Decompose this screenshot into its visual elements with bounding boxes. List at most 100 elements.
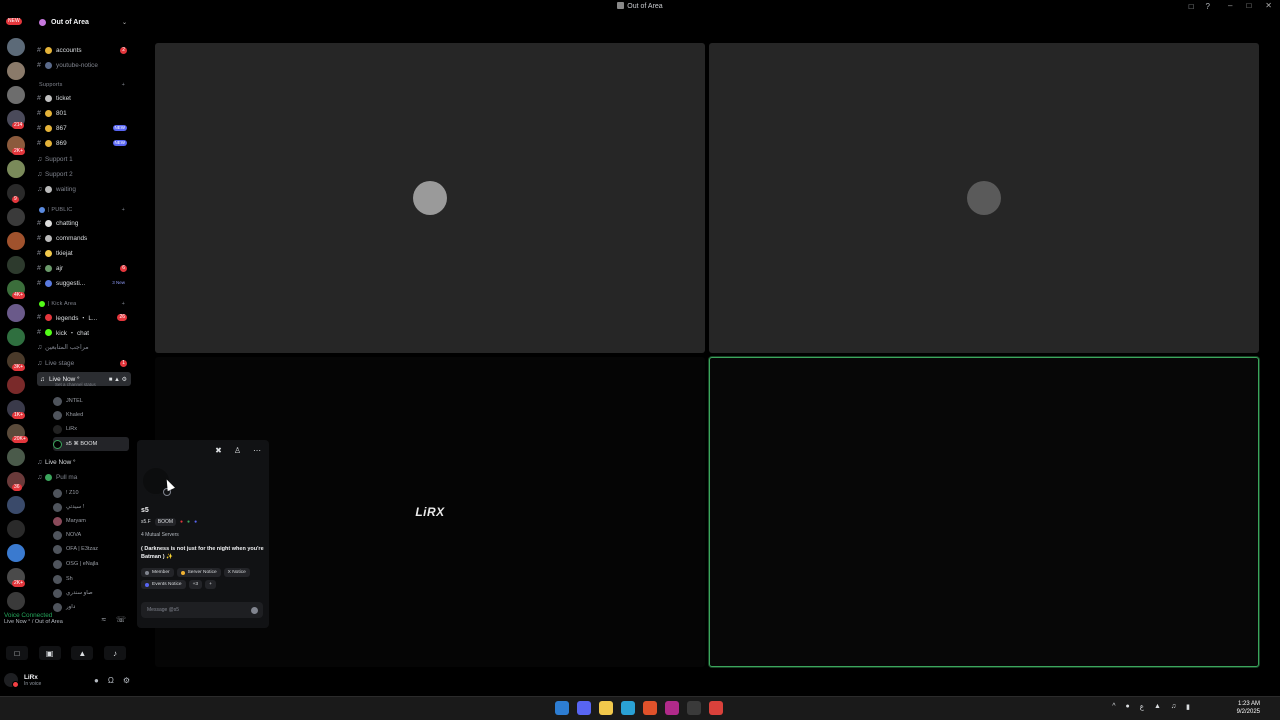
add-channel-icon[interactable]: + [122,301,125,307]
guild-tag[interactable]: BOOM [154,518,177,526]
channel-ticket[interactable]: # ticket [37,91,131,105]
emoji-icon[interactable] [251,606,258,614]
language-indicator[interactable]: ع [1140,703,1144,711]
voice-user[interactable]: Maryam [53,514,129,528]
voice-user[interactable]: OFA | E3tzaz [53,542,129,556]
voice-user-lirx[interactable]: LiRx [53,422,129,436]
server-icon[interactable] [7,376,25,394]
channel-867[interactable]: # 867 NEW [37,121,131,135]
voice-stage: LiRX [133,14,1280,694]
maximize-button[interactable]: □ [1246,1,1251,10]
telegram-icon[interactable] [621,701,635,715]
server-icon[interactable] [7,160,25,178]
category-kick-area[interactable]: | Kick Area + [39,301,129,307]
add-channel-icon[interactable]: + [122,207,125,213]
participant-tile[interactable] [709,43,1259,353]
network-icon[interactable]: ▲ [1154,703,1161,711]
voice-channel-waiting[interactable]: ♫ waiting [37,182,131,196]
app-icon[interactable] [709,701,723,715]
server-icon[interactable] [7,448,25,466]
voice-channel-live-now[interactable]: ♫ Live Now ° ■ ▲ ⚙ Set a channel status [37,372,131,387]
screen-share-icon[interactable]: ▣ [38,646,61,660]
voice-user[interactable]: OSG | eNajla [53,557,129,571]
more-icon[interactable]: ⋯ [253,446,261,455]
chevron-up-icon[interactable]: ^ [1112,703,1115,711]
channel-801[interactable]: # 801 [37,106,131,120]
server-icon[interactable] [7,86,25,104]
file-explorer-icon[interactable] [599,701,613,715]
server-icon[interactable] [7,232,25,250]
app-icon[interactable] [665,701,679,715]
server-icon[interactable] [7,208,25,226]
noise-suppression-icon[interactable]: ≈ [102,615,106,624]
microphone-icon[interactable]: ● [1126,703,1130,711]
soundboard-icon[interactable]: ♪ [103,646,126,660]
server-icon[interactable] [7,592,25,610]
server-icon[interactable] [7,328,25,346]
voice-user-s5[interactable]: s5 ⌘ BOOM [53,437,129,451]
channel-youtube-notice[interactable]: # youtube-notice [37,58,131,72]
voice-user-khaled[interactable]: Khaled [53,408,129,422]
minimize-button[interactable]: – [1228,1,1232,10]
voice-user[interactable]: Sh [53,572,129,586]
add-channel-icon[interactable]: + [122,82,125,88]
more-roles[interactable]: +3 [188,580,203,589]
voice-user[interactable]: صاو سندري [53,586,129,600]
participant-tile[interactable] [155,43,705,353]
category-public[interactable]: | PUBLIC + [39,207,129,213]
add-friend-icon[interactable]: ♙ [234,446,241,455]
channel-869[interactable]: # 869 NEW [37,136,131,150]
gear-icon[interactable]: ⚙ [123,676,130,685]
battery-icon[interactable]: ▮ [1186,703,1190,711]
participant-tile-speaking[interactable] [709,357,1259,667]
voice-user-jntel[interactable]: JNTEL [53,394,129,408]
activity-icon[interactable]: ▲ [71,646,94,660]
channel-accounts[interactable]: # accounts 2 [37,43,131,57]
server-icon[interactable] [7,520,25,538]
server-icon[interactable] [7,496,25,514]
channel-status-hint[interactable]: Set a channel status [55,382,96,387]
server-icon[interactable] [7,62,25,80]
headphones-icon[interactable]: Ω [108,676,114,685]
stage-channel-live-stage[interactable]: ♫ Live stage 1 [37,356,131,370]
channel-kick-chat[interactable]: # kick ・ chat [37,325,131,339]
channel-tkiejat[interactable]: # tkiejat [37,246,131,260]
voice-channel-live-now-2[interactable]: ♫ Live Now ° [37,455,131,469]
add-role-button[interactable]: + [205,580,216,589]
server-icon[interactable] [7,256,25,274]
channel-settings-icon[interactable]: ■ ▲ ⚙ [109,376,127,383]
discord-icon[interactable] [577,701,591,715]
voice-user[interactable]: ! Z10 [53,486,129,500]
channel-chatting[interactable]: # chatting [37,216,131,230]
channel-legends[interactable]: # legends ・ L... 26 [37,310,131,324]
voice-user[interactable]: NOVA [53,528,129,542]
start-icon[interactable] [555,701,569,715]
voice-channel-pull-ma[interactable]: ♫ Pull ma [37,470,131,484]
server-icon[interactable] [7,544,25,562]
channel-ajr[interactable]: # ajr 6 [37,261,131,275]
server-header[interactable]: Out of Area ⌄ [33,14,133,30]
brave-icon[interactable] [643,701,657,715]
camera-icon[interactable]: □ [6,646,28,660]
inbox-icon[interactable]: □ [1189,2,1194,11]
channel-commands[interactable]: # commands [37,231,131,245]
disconnect-icon[interactable]: ☏ [116,615,126,624]
voice-channel-support-2[interactable]: ♫ Support 2 [37,167,131,181]
close-button[interactable]: ✕ [1265,1,1272,10]
help-icon[interactable]: ? [1206,2,1210,11]
voice-channel-followers[interactable]: ♫ مراجب المتابعين [37,340,131,354]
avatar[interactable] [4,673,19,688]
voice-channel-support-1[interactable]: ♫ Support 1 [37,152,131,166]
channel-suggestions[interactable]: # suggesti... 3 New [37,276,131,290]
close-icon[interactable]: ✖ [215,446,222,455]
server-icon[interactable] [7,304,25,322]
clock[interactable]: 1:23 AM 9/2/2025 [1237,700,1260,716]
message-input[interactable]: Message @s5 [141,602,263,618]
mutual-servers[interactable]: 4 Mutual Servers [141,532,179,538]
app-icon[interactable] [687,701,701,715]
category-supports[interactable]: Supports + [39,82,129,88]
volume-icon[interactable]: ♫ [1171,703,1176,711]
server-icon[interactable] [7,38,25,56]
voice-user[interactable]: سيدتي ! [53,500,129,514]
microphone-icon[interactable]: ● [94,676,99,685]
